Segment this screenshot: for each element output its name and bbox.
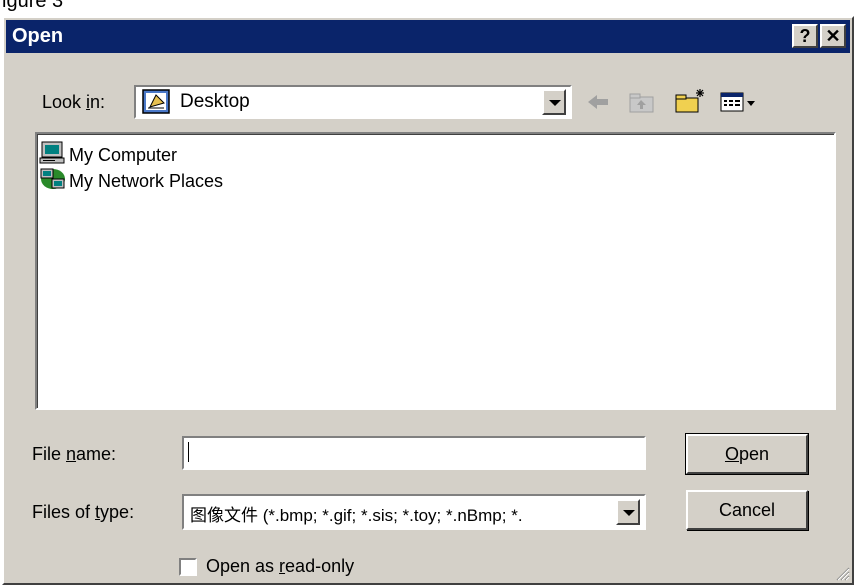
list-item[interactable]: My Computer [39,141,178,170]
figure-caption-fragment: igure 3 [0,0,854,16]
readonly-label-pre: Open as [206,556,280,576]
back-arrow-icon[interactable] [586,92,612,117]
filetype-label: Files of type: [32,502,134,523]
list-item-label: My Network Places [69,170,224,191]
chevron-down-icon [549,100,561,106]
cancel-button[interactable]: Cancel [686,490,808,530]
lookin-label-pre: Look [42,92,87,112]
lookin-dropdown-button[interactable] [542,89,566,115]
lookin-value: Desktop [180,91,250,112]
network-places-icon [39,167,67,196]
readonly-checkbox[interactable] [179,558,197,576]
text-caret [188,442,189,462]
filename-field[interactable] [182,436,646,470]
filetype-dropdown-button[interactable] [616,499,640,525]
lookin-combobox[interactable]: Desktop [134,85,572,119]
filename-label-post: ame: [76,444,117,464]
filename-label: File name: [32,444,116,465]
filetype-value: 图像文件 (*.bmp; *.gif; *.sis; *.toy; *.nBmp… [190,506,523,525]
title-bar[interactable]: Open ? ✕ [6,20,850,53]
file-list[interactable]: My Computer My Network Places [35,132,836,410]
filename-label-pre: File [32,444,67,464]
filetype-label-pre: Files of [32,502,96,522]
my-computer-icon [39,141,67,170]
open-dialog: Open ? ✕ Look in: Desktop My Computer My… [2,16,854,585]
lookin-label: Look in: [42,92,105,113]
lookin-label-post: n: [90,92,106,112]
view-menu-icon[interactable] [720,92,760,117]
resize-grip-icon[interactable] [834,565,850,581]
readonly-label[interactable]: Open as read-only [206,556,354,577]
dialog-title: Open [12,25,64,47]
open-button[interactable]: Open [685,433,809,475]
up-one-level-icon[interactable] [628,90,656,119]
figure-caption-text: igure 3 [2,0,64,12]
chevron-down-icon [623,510,635,516]
list-item[interactable]: My Network Places [39,168,223,194]
filetype-label-post: ype: [100,502,135,522]
open-button-accel: O [724,444,739,464]
readonly-label-post: ead-only [285,556,355,576]
create-new-folder-icon[interactable] [674,88,706,119]
help-button[interactable]: ? [792,24,818,48]
filename-label-accel: n [66,444,77,464]
list-item-label: My Computer [69,144,178,165]
close-button[interactable]: ✕ [820,24,846,48]
filename-input[interactable] [186,440,640,464]
desktop-icon [142,89,172,120]
filetype-combobox[interactable]: 图像文件 (*.bmp; *.gif; *.sis; *.toy; *.nBmp… [182,494,646,530]
open-button-label: pen [738,444,770,464]
